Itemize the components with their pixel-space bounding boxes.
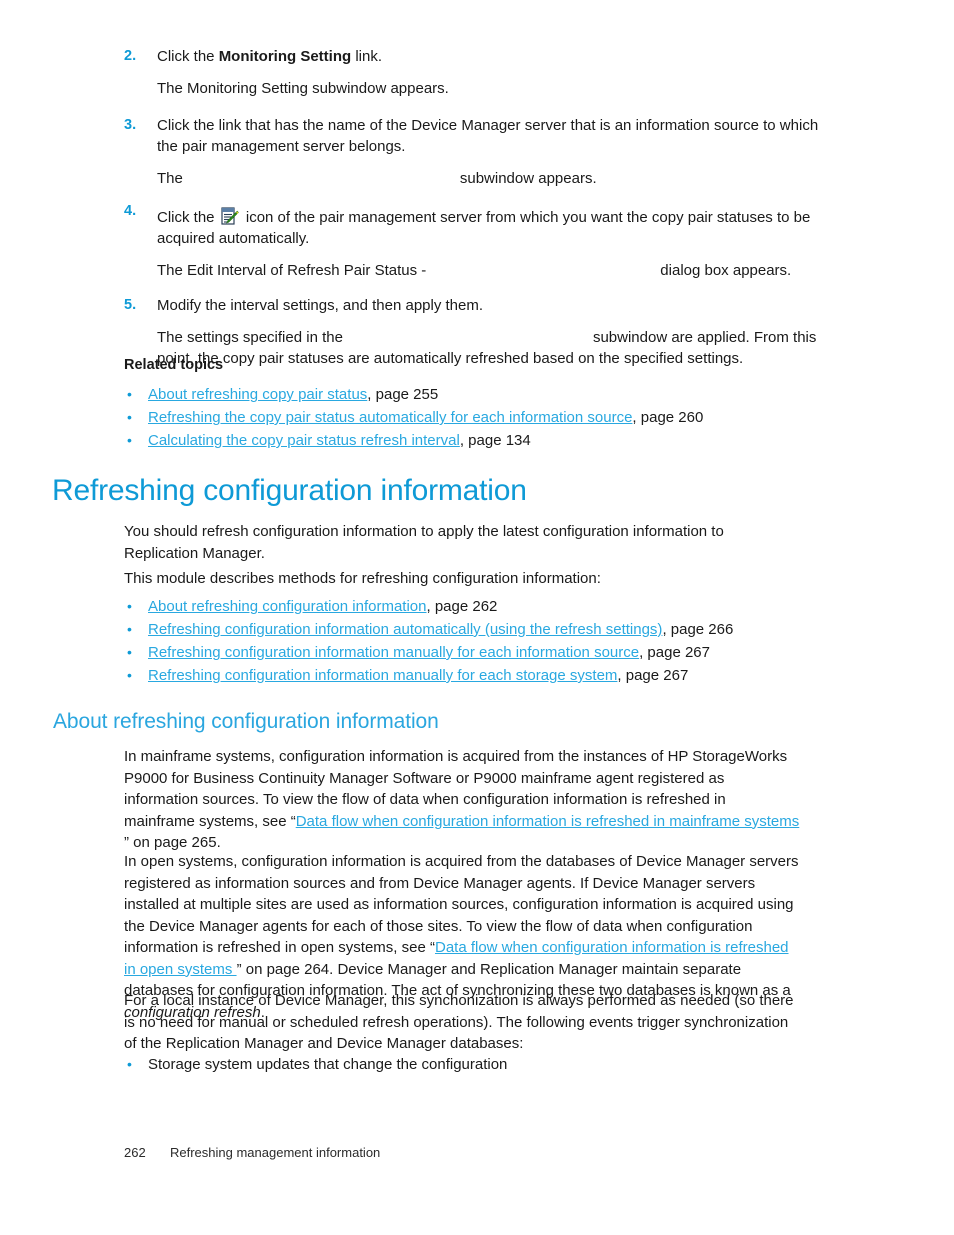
step-text: Click the link that has the name of the … xyxy=(157,117,819,155)
redacted-product-name-gap xyxy=(343,327,593,348)
running-head: Refreshing management information xyxy=(170,1145,381,1160)
step-followup: The Monitoring Setting subwindow appears… xyxy=(157,80,449,97)
procedure-step-4: 4. Click the icon of the pair management… xyxy=(124,203,824,281)
step-text: Click the Monitoring Setting link. xyxy=(157,46,824,67)
cross-reference-link[interactable]: Refreshing configuration information man… xyxy=(148,644,639,661)
section-trigger-list: Storage system updates that change the c… xyxy=(124,1053,824,1076)
list-item: About refreshing copy pair status, page … xyxy=(124,383,824,406)
step-content: Modify the interval settings, and then a… xyxy=(157,295,824,369)
list-item: Calculating the copy pair status refresh… xyxy=(124,429,824,452)
step-followup: The Edit Interval of Refresh Pair Status… xyxy=(157,260,824,281)
step-content: Click the link that has the name of the … xyxy=(157,115,824,189)
page-footer: 262 Refreshing management information xyxy=(124,1145,380,1160)
step-text-suffix: icon of the pair management server from … xyxy=(157,209,811,247)
procedure-step-list: 2. Click the Monitoring Setting link. Th… xyxy=(124,46,824,375)
cross-reference-link[interactable]: Refreshing configuration information man… xyxy=(148,667,617,684)
cross-reference-link[interactable]: About refreshing copy pair status xyxy=(148,386,367,403)
list-item: Refreshing the copy pair status automati… xyxy=(124,406,824,429)
section-paragraph-local-instance: For a local instance of Device Manager, … xyxy=(124,992,794,1052)
list-item: Refreshing configuration information aut… xyxy=(124,618,824,641)
step-number: 5. xyxy=(124,297,137,313)
section-paragraph-mainframe: In mainframe systems, configuration info… xyxy=(124,746,800,854)
edit-document-icon xyxy=(221,207,240,226)
chapter-module-line: This module describes methods for refres… xyxy=(124,570,601,587)
step-text-prefix: Click the xyxy=(157,48,219,65)
step-followup-prefix: The xyxy=(157,170,183,187)
page-reference: , page 262 xyxy=(426,598,498,615)
list-item: Refreshing configuration information man… xyxy=(124,641,824,664)
step-followup: The subwindow appears. xyxy=(157,168,824,189)
step-number: 4. xyxy=(124,203,137,219)
redacted-product-name-gap xyxy=(426,260,660,281)
cross-reference-link[interactable]: Refreshing configuration information aut… xyxy=(148,621,662,638)
cross-reference-link[interactable]: Calculating the copy pair status refresh… xyxy=(148,432,460,449)
document-page: 2. Click the Monitoring Setting link. Th… xyxy=(0,0,954,1235)
step-text-prefix: Click the xyxy=(157,209,219,226)
page-reference: , page 267 xyxy=(639,644,710,661)
redacted-product-name-gap xyxy=(183,168,460,189)
page-reference: , page 134 xyxy=(459,432,531,449)
list-item: Refreshing configuration information man… xyxy=(124,664,824,687)
step-number: 3. xyxy=(124,117,137,133)
page-reference: , page 266 xyxy=(662,621,734,638)
procedure-step-2: 2. Click the Monitoring Setting link. Th… xyxy=(124,46,824,99)
step-text: Modify the interval settings, and then a… xyxy=(157,297,484,314)
procedure-step-3: 3. Click the link that has the name of t… xyxy=(124,115,824,189)
list-item: Storage system updates that change the c… xyxy=(124,1053,824,1076)
procedure-step-5: 5. Modify the interval settings, and the… xyxy=(124,295,824,369)
page-number: 262 xyxy=(124,1145,146,1160)
step-followup-suffix: subwindow appears. xyxy=(459,170,597,187)
page-title: Refreshing configuration information xyxy=(52,474,527,507)
chapter-topic-list: About refreshing configuration informati… xyxy=(124,595,824,687)
step-text-suffix: link. xyxy=(351,48,383,65)
step-followup: The settings specified in the subwindow … xyxy=(157,327,824,369)
step-number: 2. xyxy=(124,48,137,64)
list-item: About refreshing configuration informati… xyxy=(124,595,824,618)
page-reference: , page 267 xyxy=(617,667,689,684)
step-followup-suffix: dialog box appears. xyxy=(660,262,792,279)
page-reference: , page 255 xyxy=(367,386,439,403)
related-topics-heading: Related topics xyxy=(124,357,224,373)
page-reference: , page 260 xyxy=(632,409,704,426)
paragraph-text: ” on page 265. xyxy=(124,834,221,851)
step-followup-prefix: The Edit Interval of Refresh Pair Status… xyxy=(157,262,427,279)
chapter-intro-paragraph: You should refresh configuration informa… xyxy=(124,523,724,562)
cross-reference-link[interactable]: Refreshing the copy pair status automati… xyxy=(148,409,632,426)
cross-reference-link[interactable]: Data flow when configuration information… xyxy=(296,813,800,830)
related-topics-list: About refreshing copy pair status, page … xyxy=(124,383,824,452)
step-content: Click the Monitoring Setting link. The M… xyxy=(157,46,824,99)
cross-reference-link[interactable]: About refreshing configuration informati… xyxy=(148,598,427,615)
section-heading: About refreshing configuration informati… xyxy=(53,710,439,733)
step-content: Click the icon of the pair management se… xyxy=(157,207,824,281)
step-text: Click the icon of the pair management se… xyxy=(157,207,824,249)
step-followup-prefix: The settings specified in the xyxy=(157,329,343,346)
monitoring-setting-link-label: Monitoring Setting xyxy=(218,48,352,65)
